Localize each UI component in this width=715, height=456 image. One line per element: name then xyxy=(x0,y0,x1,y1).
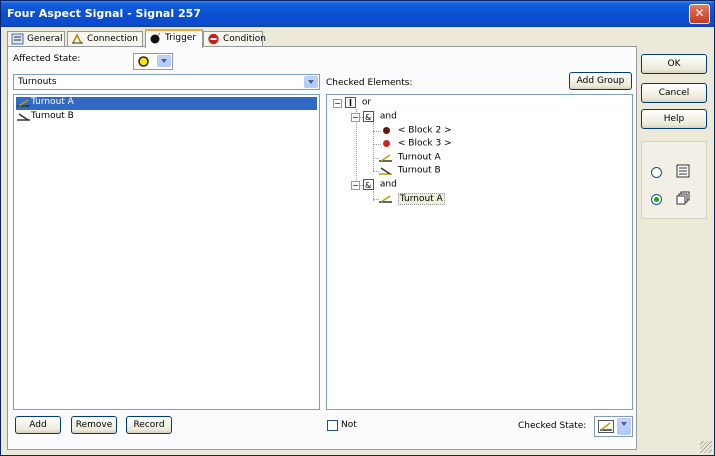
or-gate-icon xyxy=(345,97,356,108)
available-elements-list[interactable]: Turnout A Turnout B xyxy=(13,94,320,410)
close-button[interactable]: ✕ xyxy=(689,4,710,24)
add-group-button[interactable]: Add Group xyxy=(569,72,632,90)
svg-text:&: & xyxy=(365,181,371,190)
collapse-or-expander[interactable]: − xyxy=(333,99,342,108)
view-mode-panel xyxy=(641,141,707,219)
tree-node-and[interactable]: & and xyxy=(363,179,397,192)
checked-elements-tree[interactable]: − or − & and < Block 2 > < Block 3 > Tur… xyxy=(326,94,633,410)
tree-node-block[interactable]: < Block 3 > xyxy=(381,138,452,151)
checked-state-combo[interactable] xyxy=(594,416,633,437)
list-item[interactable]: Turnout A xyxy=(16,97,317,110)
tab-general[interactable]: General xyxy=(7,31,65,47)
turnout-icon xyxy=(17,99,30,107)
tree-line xyxy=(373,131,381,132)
list-view-icon xyxy=(676,164,690,178)
view-icons-radio[interactable] xyxy=(651,194,662,205)
affected-state-combo[interactable] xyxy=(133,53,173,70)
not-checkbox[interactable] xyxy=(327,420,338,431)
help-button[interactable]: Help xyxy=(641,109,707,129)
block-free-icon xyxy=(383,140,390,147)
chevron-down-icon[interactable] xyxy=(304,76,318,88)
element-type-combo[interactable]: Turnouts xyxy=(13,74,320,90)
tab-condition[interactable]: Condition xyxy=(203,31,266,47)
list-item[interactable]: Turnout B xyxy=(16,111,74,124)
turnout-icon xyxy=(17,113,30,121)
tab-trigger[interactable]: Trigger xyxy=(145,29,203,48)
and-gate-icon: & xyxy=(363,111,374,122)
icon-view-icon xyxy=(676,191,690,205)
tab-connection[interactable]: Connection xyxy=(67,31,143,47)
chevron-down-icon[interactable] xyxy=(617,418,631,435)
yellow-aspect-icon xyxy=(138,56,149,67)
and-gate-icon: & xyxy=(363,179,374,190)
tree-node-turnout[interactable]: Turnout A xyxy=(379,192,445,206)
tree-line xyxy=(373,144,381,145)
stop-sign-icon xyxy=(208,33,219,45)
general-icon xyxy=(11,33,24,45)
tree-node-turnout[interactable]: Turnout B xyxy=(379,165,441,178)
checked-elements-label: Checked Elements: xyxy=(326,78,413,88)
collapse-and-expander[interactable]: − xyxy=(351,181,360,190)
window-title: Four Aspect Signal - Signal 257 xyxy=(7,7,201,20)
cancel-button[interactable]: Cancel xyxy=(641,83,707,103)
dialog-window: Four Aspect Signal - Signal 257 ✕ Genera… xyxy=(0,0,715,456)
tree-node-or[interactable]: or xyxy=(345,97,371,110)
checked-state-label: Checked State: xyxy=(518,421,587,431)
bomb-icon xyxy=(150,32,161,44)
chevron-down-icon[interactable] xyxy=(157,55,171,67)
connection-icon xyxy=(72,33,83,44)
tree-node-block[interactable]: < Block 2 > xyxy=(381,125,452,138)
remove-button[interactable]: Remove xyxy=(71,416,117,434)
title-bar: Four Aspect Signal - Signal 257 ✕ xyxy=(1,1,714,27)
record-button[interactable]: Record xyxy=(126,416,172,434)
affected-state-label: Affected State: xyxy=(13,54,81,64)
turnout-icon xyxy=(379,154,392,162)
tree-node-and[interactable]: & and xyxy=(363,111,397,124)
element-type-value: Turnouts xyxy=(18,77,57,87)
block-occupied-icon xyxy=(383,127,390,134)
add-button[interactable]: Add xyxy=(15,416,61,434)
svg-text:&: & xyxy=(365,113,371,122)
turnout-icon xyxy=(598,420,614,433)
turnout-icon xyxy=(379,167,392,175)
resize-grip[interactable] xyxy=(700,441,712,453)
turnout-icon xyxy=(379,195,392,203)
view-list-radio[interactable] xyxy=(651,167,662,178)
tree-node-turnout[interactable]: Turnout A xyxy=(379,152,441,165)
not-label: Not xyxy=(341,420,357,430)
ok-button[interactable]: OK xyxy=(641,54,707,74)
collapse-and-expander[interactable]: − xyxy=(351,113,360,122)
